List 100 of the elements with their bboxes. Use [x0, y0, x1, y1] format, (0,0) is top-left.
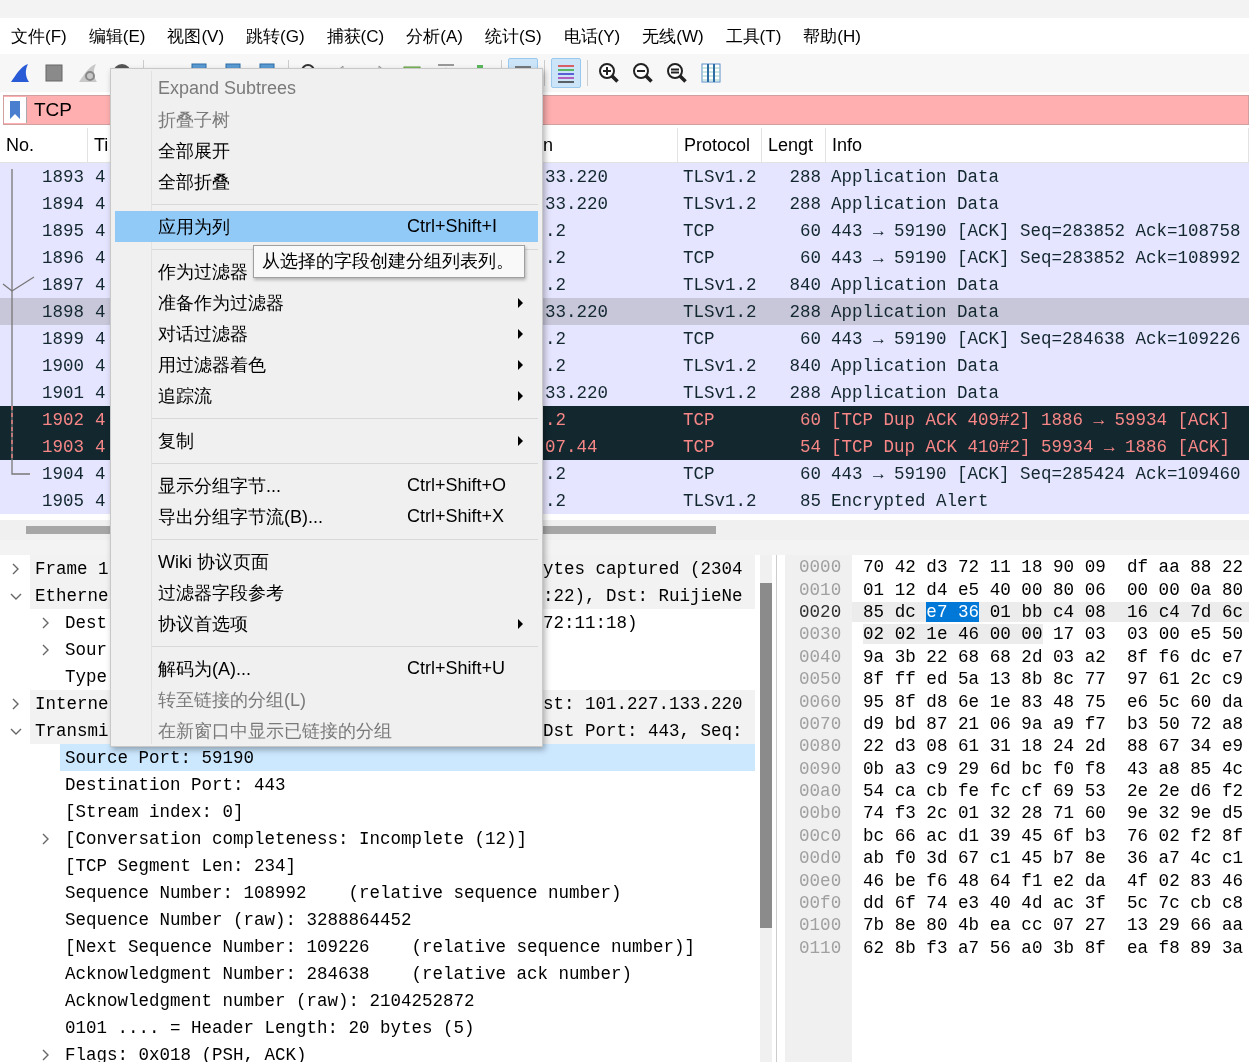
hex-bytes[interactable]: 8f ff ed 5a 13 8b 8c 77 97 61 2c c9 — [863, 669, 1244, 690]
menu-item[interactable]: 编辑(E) — [81, 24, 153, 48]
packet-cell: 60 — [800, 328, 821, 349]
packet-cell: Application Data — [831, 301, 1000, 322]
filter-text: TCP — [34, 99, 72, 121]
hex-bytes[interactable]: 0b a3 c9 29 6d bc f0 f8 43 a8 85 4c — [863, 758, 1244, 779]
packet-cell: 4 — [95, 193, 106, 214]
packet-cell: Encrypted Alert — [831, 490, 989, 511]
column-header[interactable]: No. — [6, 134, 34, 156]
packet-cell: 33.220 — [545, 382, 608, 403]
packet-cell: [TCP Dup ACK 409#2] 1886 → 59934 [ACK] — [831, 409, 1231, 430]
context-menu-item[interactable]: 协议首选项 — [115, 608, 538, 639]
offset-text: 0040 — [798, 646, 843, 667]
packet-cell: 288 — [789, 166, 821, 187]
hex-bytes[interactable]: 62 8b f3 a7 56 a0 3b 8f ea f8 89 3a — [863, 937, 1244, 958]
context-menu-item[interactable]: 用过滤器着色 — [115, 349, 538, 380]
packet-cell: 288 — [789, 382, 821, 403]
packet-cell: 4 — [95, 409, 106, 430]
column-header[interactable]: Lengt — [768, 134, 814, 156]
packet-cell: 288 — [789, 301, 821, 322]
packet-cell: .2 — [545, 220, 566, 241]
field-text: 0101 .... = Header Length: 20 bytes (5) — [64, 1017, 475, 1038]
tree-row[interactable]: Acknowledgment Number: 284638 (relative ack number) — [60, 960, 755, 987]
column-header[interactable]: Protocol — [684, 134, 751, 156]
tree-row[interactable]: 0101 .... = Header Length: 20 bytes (5) — [60, 1014, 755, 1041]
hex-bytes[interactable]: 02 02 1e 46 00 00 — [863, 624, 1043, 645]
menu-item[interactable]: 无线(W) — [635, 24, 711, 48]
menu-item[interactable]: 跳转(G) — [239, 24, 312, 48]
context-menu-item[interactable]: 应用为列 Ctrl+Shift+I — [115, 211, 538, 242]
menu-item[interactable]: 分析(A) — [399, 24, 470, 48]
packet-cell: 60 — [800, 247, 821, 268]
tree-row[interactable]: Sequence Number (raw): 3288864452 — [60, 906, 755, 933]
hex-bytes[interactable]: 95 8f d8 6e 1e 83 48 75 e6 5c 60 da — [863, 691, 1244, 712]
packet-cell: 1903 — [42, 436, 84, 457]
packet-cell: 4 — [95, 382, 106, 403]
hex-bytes[interactable]: d9 bd 87 21 06 9a a9 f7 b3 50 72 a8 — [863, 713, 1244, 734]
hex-bytes[interactable]: 85 dc — [863, 601, 927, 622]
tree-row[interactable]: Sequence Number: 108992 (relative sequence number) — [60, 879, 755, 906]
offset-text: 0060 — [798, 691, 843, 712]
packet-cell: 443 → 59190 [ACK] Seq=283852 Ack=108758 — [831, 220, 1241, 241]
menu-item[interactable]: 视图(V) — [160, 24, 232, 48]
offset-text: 0080 — [798, 736, 843, 757]
packet-cell: 33.220 — [545, 301, 608, 322]
tree-row[interactable]: Source Port: 59190 — [60, 744, 755, 771]
hex-bytes[interactable]: 46 be f6 48 64 f1 e2 da 4f 02 83 46 — [863, 870, 1244, 891]
offset-text: 0110 — [798, 937, 843, 958]
packet-cell: 4 — [95, 301, 106, 322]
packet-cell: 288 — [789, 193, 821, 214]
packet-cell: 33.220 — [545, 193, 608, 214]
hex-bytes[interactable]: 22 d3 08 61 31 18 24 2d 88 67 34 e9 — [863, 736, 1244, 757]
hex-bytes[interactable]: 54 ca cb fe fc cf 69 53 2e 2e d6 f2 — [863, 781, 1244, 802]
menu-item[interactable]: 工具(T) — [718, 24, 789, 48]
menu-item[interactable]: 文件(F) — [4, 24, 74, 48]
hex-bytes[interactable]: bc 66 ac d1 39 45 6f b3 76 02 f2 8f — [863, 825, 1244, 846]
field-text: Source Port: 59190 — [64, 747, 255, 768]
field-text: [Stream index: 0] — [64, 801, 244, 822]
column-header[interactable]: n — [543, 134, 553, 156]
hex-bytes[interactable]: ab f0 3d 67 c1 45 b7 8e 36 a7 4c c1 — [863, 848, 1244, 869]
tree-row[interactable]: [Stream index: 0] — [60, 798, 755, 825]
context-menu-item[interactable]: 全部展开 — [115, 135, 538, 166]
menu-item[interactable]: 统计(S) — [477, 24, 549, 48]
packet-cell: TLSv1.2 — [683, 490, 757, 511]
offset-text: 0020 — [798, 601, 843, 622]
packet-cell: TCP — [683, 247, 715, 268]
packet-cell: 33.220 — [545, 166, 608, 187]
column-header[interactable]: Ti — [94, 134, 109, 156]
offset-text: 0090 — [798, 758, 843, 779]
context-menu-item[interactable]: Wiki 协议页面 — [115, 546, 538, 577]
context-menu-item[interactable]: 过滤器字段参考 — [115, 577, 538, 608]
offset-text: 0070 — [798, 713, 843, 734]
field-text: Destination Port: 443 — [64, 774, 286, 795]
packet-cell: 840 — [789, 355, 821, 376]
packet-cell: 840 — [789, 274, 821, 295]
hex-bytes[interactable]: dd 6f 74 e3 40 4d ac 3f 5c 7c cb c8 — [863, 893, 1244, 914]
shortcut-text: Ctrl+Shift+I — [407, 216, 499, 237]
tree-row[interactable]: [TCP Segment Len: 234] — [60, 852, 755, 879]
hex-bytes[interactable]: 70 42 d3 72 11 18 90 09 df aa 88 22 — [863, 557, 1244, 578]
tree-row[interactable]: Acknowledgment number (raw): 2104252872 — [60, 987, 755, 1014]
field-text: [Conversation completeness: Incomplete (12)] — [64, 828, 528, 849]
field-text: Etherne — [34, 585, 109, 606]
hex-bytes[interactable]: 9a 3b 22 68 68 2d 03 a2 8f f6 dc e7 — [863, 646, 1244, 667]
tree-row[interactable]: [Conversation completeness: Incomplete (12)] — [60, 825, 755, 852]
hex-bytes[interactable]: 7b 8e 80 4b ea cc 07 27 13 29 66 aa — [863, 915, 1244, 936]
packet-cell: .2 — [545, 490, 566, 511]
tree-row[interactable]: Destination Port: 443 — [60, 771, 755, 798]
context-menu-item[interactable]: 解码为(A)... Ctrl+Shift+U — [115, 653, 538, 684]
hex-bytes[interactable]: e7 36 — [926, 601, 980, 622]
menu-item[interactable]: 捕获(C) — [319, 24, 392, 48]
tree-row[interactable]: [Next Sequence Number: 109226 (relative sequence number)] — [60, 933, 755, 960]
packet-cell: 1905 — [42, 490, 84, 511]
packet-cell: TCP — [683, 409, 715, 430]
hex-bytes[interactable]: 01 12 d4 e5 40 00 80 06 00 00 0a 80 — [863, 579, 1244, 600]
menu-item[interactable]: 电话(Y) — [556, 24, 628, 48]
field-text: Transmi — [34, 720, 109, 741]
hex-bytes[interactable]: 17 03 03 00 e5 50 — [1042, 624, 1244, 645]
column-header[interactable]: Info — [832, 134, 863, 156]
menu-item[interactable]: 帮助(H) — [796, 24, 868, 48]
offset-text: 0100 — [798, 915, 843, 936]
packet-cell: 4 — [95, 166, 106, 187]
hex-bytes[interactable]: 74 f3 2c 01 32 28 71 60 9e 32 9e d5 — [863, 803, 1244, 824]
